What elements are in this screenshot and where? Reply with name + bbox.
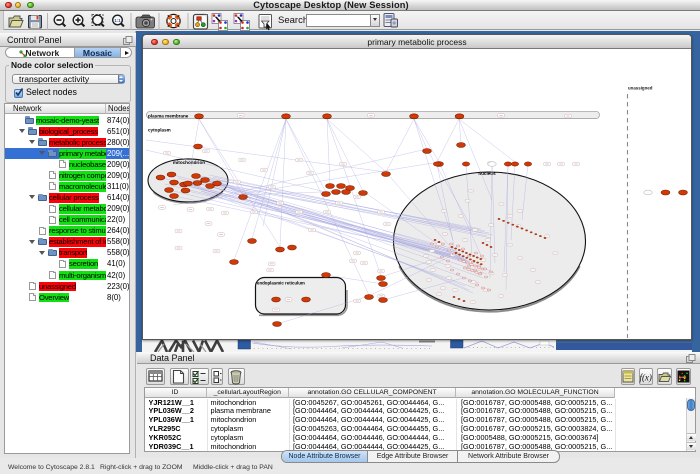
svg-text:plasma membrane: plasma membrane	[148, 114, 189, 119]
svg-text:unassigned: unassigned	[628, 86, 653, 91]
svg-text:mitochondrion: mitochondrion	[173, 160, 205, 165]
svg-text:endoplasmic reticulum: endoplasmic reticulum	[257, 281, 305, 286]
svg-text:cytoplasm: cytoplasm	[148, 128, 171, 133]
svg-text:1:1: 1:1	[114, 18, 121, 23]
